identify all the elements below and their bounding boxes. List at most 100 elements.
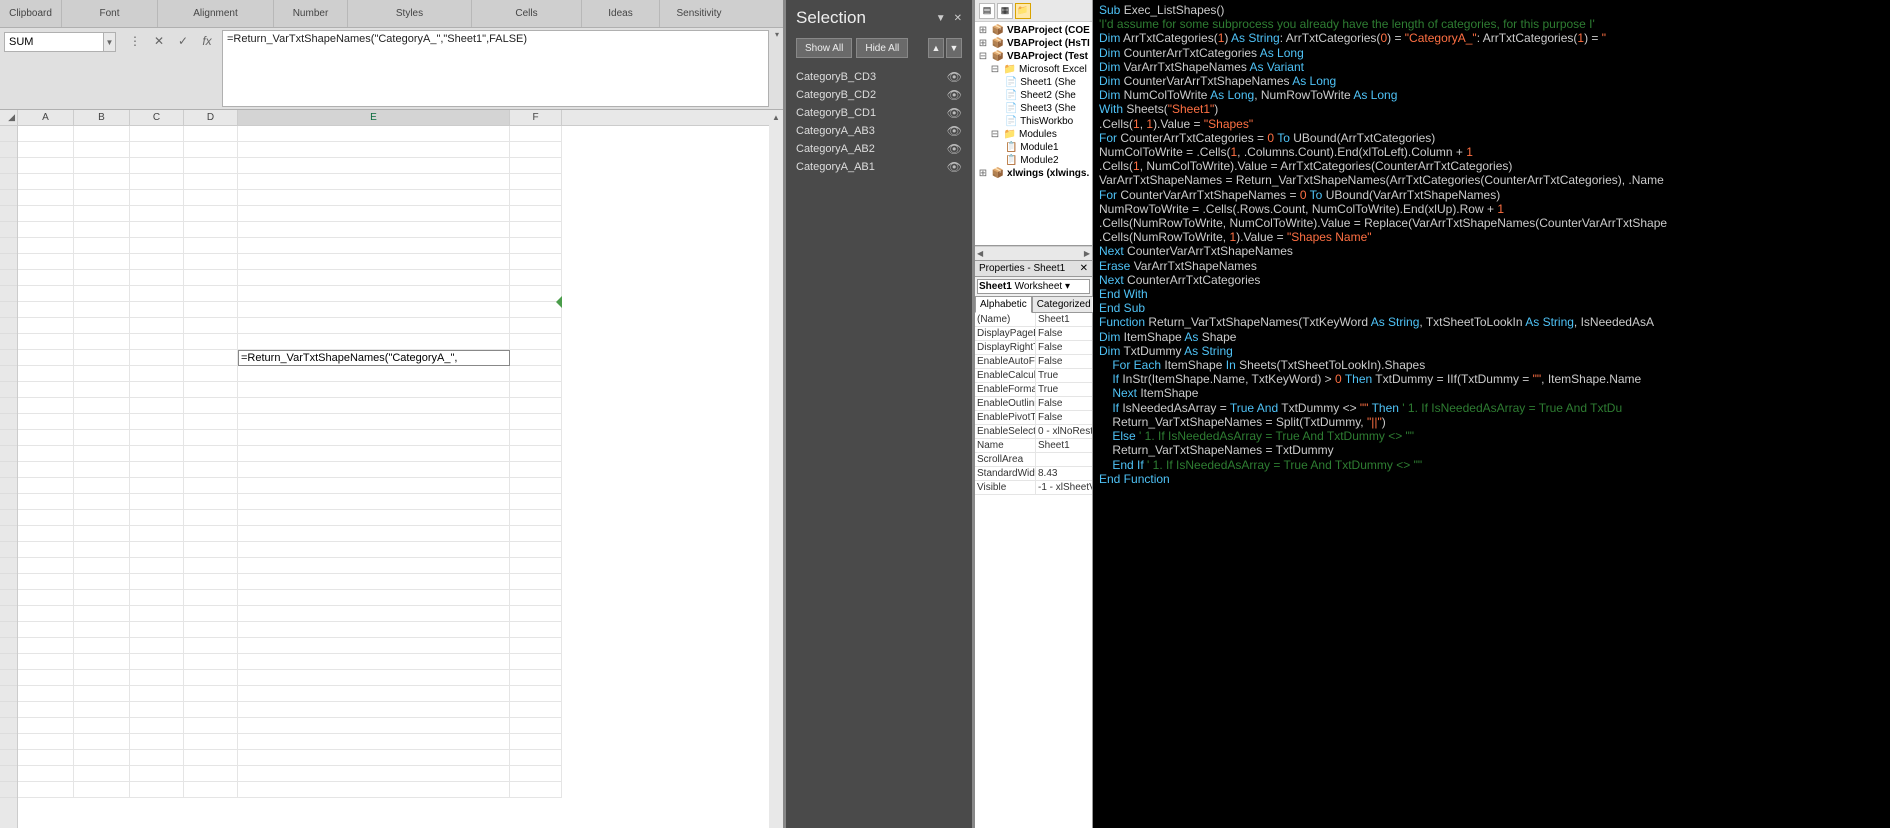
row-header[interactable] [0, 782, 17, 798]
cell[interactable] [18, 190, 74, 206]
cell[interactable] [510, 302, 562, 318]
cell[interactable] [18, 558, 74, 574]
selection-item[interactable]: CategoryA_AB3👁 [796, 122, 962, 140]
row-header[interactable] [0, 334, 17, 350]
pane-close-icon[interactable]: ✕ [954, 13, 962, 24]
ribbon-group-sensitivity[interactable]: Sensitivity [660, 0, 738, 27]
cell[interactable] [18, 334, 74, 350]
cell[interactable] [184, 350, 238, 366]
cell[interactable] [238, 718, 510, 734]
cell[interactable] [510, 270, 562, 286]
cell[interactable] [510, 382, 562, 398]
property-row[interactable]: EnableCalculaTrue [975, 369, 1092, 383]
cell[interactable] [510, 222, 562, 238]
cell[interactable] [510, 142, 562, 158]
cell[interactable] [130, 782, 184, 798]
cell[interactable] [238, 574, 510, 590]
cell[interactable] [18, 414, 74, 430]
cell[interactable] [238, 222, 510, 238]
select-all-corner[interactable]: ◢ [0, 110, 17, 126]
property-value[interactable]: False [1035, 341, 1092, 354]
cell[interactable] [74, 734, 130, 750]
tree-hscroll[interactable]: ◀▶ [975, 246, 1092, 260]
cell[interactable] [510, 686, 562, 702]
cell[interactable] [510, 158, 562, 174]
cell[interactable] [510, 334, 562, 350]
cell[interactable] [510, 446, 562, 462]
cell[interactable] [510, 206, 562, 222]
cell[interactable] [510, 734, 562, 750]
col-header-b[interactable]: B [74, 110, 130, 125]
cell[interactable] [18, 750, 74, 766]
cell[interactable] [184, 206, 238, 222]
row-header[interactable] [0, 702, 17, 718]
cell[interactable] [130, 622, 184, 638]
cell[interactable] [238, 558, 510, 574]
show-all-button[interactable]: Show All [796, 38, 852, 58]
folder-node[interactable]: Microsoft Excel [1019, 64, 1087, 75]
property-value[interactable]: Sheet1 [1035, 439, 1092, 452]
cell[interactable] [74, 510, 130, 526]
property-value[interactable]: 0 - xlNoRest [1035, 425, 1092, 438]
cell[interactable] [74, 526, 130, 542]
cell[interactable] [184, 446, 238, 462]
cell[interactable] [238, 318, 510, 334]
cell[interactable] [74, 718, 130, 734]
row-header[interactable] [0, 206, 17, 222]
cell[interactable] [238, 542, 510, 558]
cell[interactable] [510, 350, 562, 366]
properties-object-combo[interactable]: Sheet1 Worksheet ▾ [977, 279, 1090, 294]
cell[interactable] [238, 510, 510, 526]
cell[interactable] [130, 382, 184, 398]
cell[interactable] [184, 430, 238, 446]
cell[interactable] [238, 414, 510, 430]
cell[interactable] [184, 462, 238, 478]
cell[interactable] [18, 254, 74, 270]
cell[interactable] [18, 702, 74, 718]
cell[interactable] [238, 254, 510, 270]
property-value[interactable]: -1 - xlSheetV [1035, 481, 1092, 494]
cell[interactable] [130, 414, 184, 430]
cell[interactable] [74, 446, 130, 462]
cell[interactable] [184, 270, 238, 286]
cell[interactable] [18, 686, 74, 702]
cell[interactable] [184, 142, 238, 158]
cell[interactable] [18, 654, 74, 670]
cell[interactable] [184, 158, 238, 174]
cell[interactable] [74, 270, 130, 286]
property-row[interactable]: StandardWidt8.43 [975, 467, 1092, 481]
cell[interactable] [130, 478, 184, 494]
code-editor[interactable]: Sub Exec_ListShapes() 'I'd assume for so… [1093, 0, 1890, 828]
row-header[interactable] [0, 126, 17, 142]
cell[interactable] [510, 542, 562, 558]
cell[interactable] [510, 430, 562, 446]
cell[interactable] [74, 414, 130, 430]
cell[interactable] [74, 670, 130, 686]
row-header[interactable] [0, 238, 17, 254]
cell[interactable] [238, 334, 510, 350]
cell[interactable] [238, 590, 510, 606]
cell[interactable] [130, 206, 184, 222]
active-cell[interactable]: =Return_VarTxtShapeNames("CategoryA_", [238, 350, 510, 366]
cell[interactable] [238, 606, 510, 622]
property-row[interactable]: EnableOutlinirFalse [975, 397, 1092, 411]
ribbon-group-number[interactable]: Number [274, 0, 348, 27]
row-header[interactable] [0, 606, 17, 622]
row-header[interactable] [0, 350, 17, 366]
row-header[interactable] [0, 478, 17, 494]
cell[interactable] [130, 734, 184, 750]
cell[interactable] [510, 702, 562, 718]
cell[interactable] [184, 414, 238, 430]
property-value[interactable]: False [1035, 355, 1092, 368]
ribbon-group-ideas[interactable]: Ideas [582, 0, 660, 27]
row-header[interactable] [0, 270, 17, 286]
row-header[interactable] [0, 542, 17, 558]
cell[interactable] [238, 238, 510, 254]
visibility-toggle-icon[interactable]: 👁 [947, 160, 962, 174]
cell[interactable] [74, 782, 130, 798]
project-explorer[interactable]: ⊞ 📦 VBAProject (COE ⊞ 📦 VBAProject (HsTI… [975, 22, 1092, 246]
row-header[interactable] [0, 734, 17, 750]
cell[interactable] [184, 398, 238, 414]
cell[interactable] [18, 510, 74, 526]
cell[interactable] [130, 334, 184, 350]
